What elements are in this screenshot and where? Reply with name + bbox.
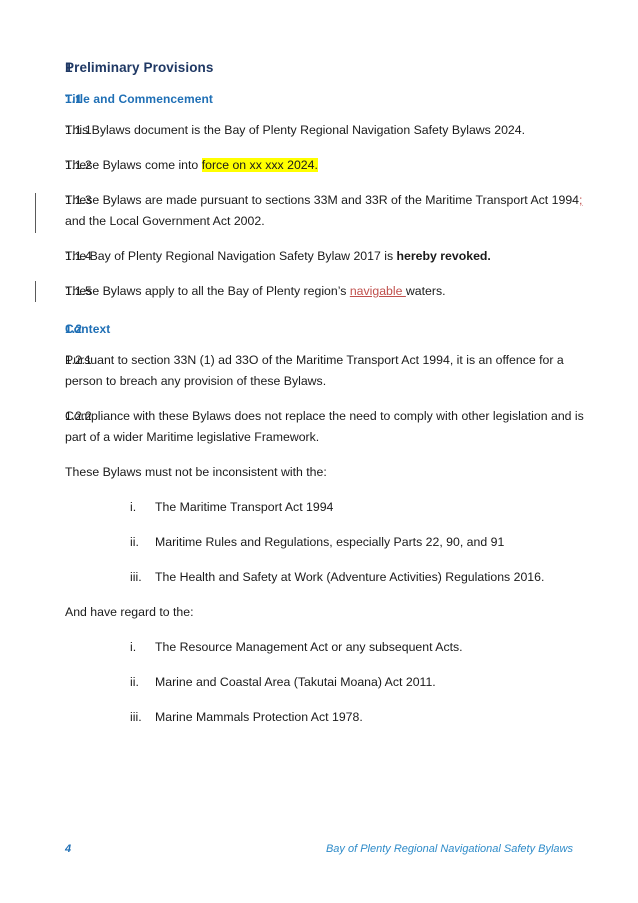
clause-1-1-1-number: 1.1.1: [65, 123, 92, 137]
list-one-intro-text: These Bylaws must not be inconsistent wi…: [65, 465, 327, 479]
footer-document-title: Bay of Plenty Regional Navigational Safe…: [325, 843, 573, 855]
list-item-text: Marine Mammals Protection Act 1978.: [155, 710, 363, 724]
clause-1-1-2-highlighted-text: force on xx xxx 2024.: [201, 158, 318, 172]
clause-1-1-4-text-before: The Bay of Plenty Regional Navigation Sa…: [65, 249, 397, 263]
clause-1-1-2-text-plain: These Bylaws come into: [65, 158, 202, 172]
list-item-marker: ii.: [130, 675, 139, 689]
list-item-text: Marine and Coastal Area (Takutai Moana) …: [155, 675, 436, 689]
heading-level1: 1 Preliminary Provisions: [0, 60, 638, 75]
clause-1-1-2-number: 1.1.2: [65, 158, 92, 172]
list-item: iii. Marine Mammals Protection Act 1978.: [130, 707, 638, 728]
list-item-marker: iii.: [130, 710, 142, 724]
list-item-marker: iii.: [130, 570, 142, 584]
list-item-marker: ii.: [130, 535, 139, 549]
clause-1-1-1-text: This Bylaws document is the Bay of Plent…: [65, 123, 526, 137]
clause-1-2-1-text: Pursuant to section 33N (1) ad 33O of th…: [65, 353, 564, 388]
list-item-text: The Health and Safety at Work (Adventure…: [155, 570, 545, 584]
list-item: i. The Resource Management Act or any su…: [130, 637, 638, 658]
list-item-marker: i.: [130, 500, 137, 514]
list-item-text: The Maritime Transport Act 1994: [155, 500, 334, 514]
clause-1-2-2: 1.2.2 Compliance with these Bylaws does …: [0, 406, 638, 448]
clause-1-2-1: 1.2.1 Pursuant to section 33N (1) ad 33O…: [0, 350, 638, 392]
clause-1-1-4-bold-text: hereby revoked.: [396, 249, 491, 263]
list-item-text: The Resource Management Act or any subse…: [155, 640, 463, 654]
list-item: iii. The Health and Safety at Work (Adve…: [130, 567, 638, 588]
list-two: i. The Resource Management Act or any su…: [0, 637, 638, 728]
heading-section-12-number: 1.2: [65, 322, 82, 336]
clause-1-1-5-text: These Bylaws apply to all the Bay of Ple…: [65, 281, 638, 302]
clause-1-1-5-number: 1.1.5: [65, 284, 92, 298]
clause-1-1-3-text-before: These Bylaws are made pursuant to sectio…: [65, 193, 580, 207]
heading-section-12-title: Context: [65, 322, 111, 336]
footer-page-number: 4: [65, 843, 72, 855]
heading-section-11: 1.1 Title and Commencement: [0, 92, 638, 106]
heading-section-11-title: Title and Commencement: [65, 92, 214, 106]
clause-1-2-2-number: 1.2.2: [65, 409, 92, 423]
heading-level1-number: 1: [65, 60, 73, 75]
list-two-intro-row: And have regard to the:: [0, 602, 638, 623]
document-page: 1 Preliminary Provisions 1.1 Title and C…: [0, 0, 638, 903]
clause-1-1-3: 1.1.3 These Bylaws are made pursuant to …: [0, 190, 638, 232]
clause-1-1-5-inserted-text: navigable: [349, 284, 406, 298]
list-two-intro-text: And have regard to the:: [65, 605, 194, 619]
clause-1-1-4-text: The Bay of Plenty Regional Navigation Sa…: [65, 246, 638, 267]
clause-1-1-3-text: These Bylaws are made pursuant to sectio…: [65, 190, 638, 232]
clause-1-1-2: 1.1.2 These Bylaws come into force on xx…: [0, 155, 638, 176]
clause-1-1-3-inserted-text: ;: [579, 193, 583, 207]
list-item-text: Maritime Rules and Regulations, especial…: [155, 535, 505, 549]
clause-1-1-4-number: 1.1.4: [65, 249, 92, 263]
clause-1-1-3-text-after: and the Local Government Act 2002.: [65, 214, 265, 228]
list-one: i. The Maritime Transport Act 1994 ii. M…: [0, 497, 638, 588]
clause-1-1-4: 1.1.4 The Bay of Plenty Regional Navigat…: [0, 246, 638, 267]
list-item: i. The Maritime Transport Act 1994: [130, 497, 638, 518]
clause-1-2-1-number: 1.2.1: [65, 353, 92, 367]
clause-1-1-5: 1.1.5 These Bylaws apply to all the Bay …: [0, 281, 638, 302]
clause-1-2-2-text: Compliance with these Bylaws does not re…: [65, 409, 584, 444]
heading-section-12: 1.2 Context: [0, 322, 638, 336]
clause-1-1-2-text: These Bylaws come into force on xx xxx 2…: [65, 155, 638, 176]
clause-1-1-5-text-after: waters.: [405, 284, 446, 298]
page-footer: 4 Bay of Plenty Regional Navigational Sa…: [0, 843, 638, 867]
clause-1-1-3-number: 1.1.3: [65, 193, 92, 207]
list-item-marker: i.: [130, 640, 137, 654]
heading-level1-title: Preliminary Provisions: [65, 60, 214, 75]
clause-1-1-5-text-before: These Bylaws apply to all the Bay of Ple…: [65, 284, 350, 298]
list-one-intro-row: These Bylaws must not be inconsistent wi…: [0, 462, 638, 483]
list-item: ii. Maritime Rules and Regulations, espe…: [130, 532, 638, 553]
heading-section-11-number: 1.1: [65, 92, 82, 106]
clause-1-1-1: 1.1.1 This Bylaws document is the Bay of…: [0, 120, 638, 141]
document-content: 1 Preliminary Provisions 1.1 Title and C…: [0, 0, 638, 728]
list-item: ii. Marine and Coastal Area (Takutai Moa…: [130, 672, 638, 693]
